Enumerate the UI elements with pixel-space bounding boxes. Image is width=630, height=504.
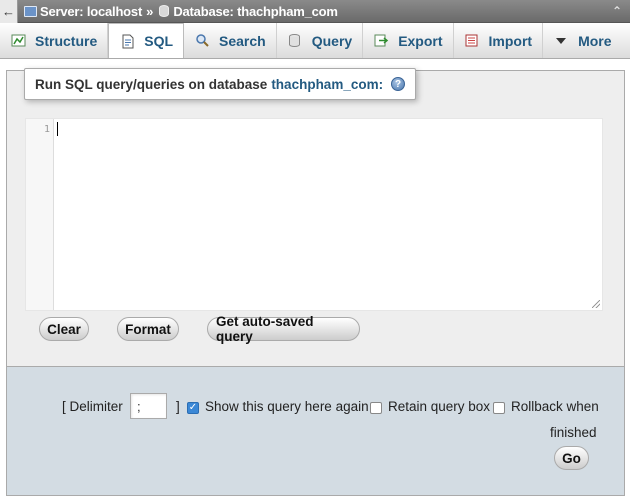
retain-query-box-checkbox[interactable] bbox=[370, 402, 382, 414]
help-icon[interactable]: ? bbox=[391, 77, 406, 91]
breadcrumb-server[interactable]: Server: localhost bbox=[24, 4, 142, 19]
query-icon bbox=[287, 33, 303, 49]
get-auto-saved-query-button[interactable]: Get auto-saved query bbox=[207, 314, 360, 344]
tab-search-label: Search bbox=[219, 32, 266, 49]
triangle-down-icon bbox=[553, 33, 569, 49]
tab-query[interactable]: Query bbox=[277, 23, 364, 58]
resize-grip-icon[interactable] bbox=[592, 300, 600, 308]
clear-button[interactable]: Clear bbox=[39, 317, 89, 341]
import-icon bbox=[464, 33, 480, 49]
breadcrumb-bar: ← Server: localhost » Database: thachpha… bbox=[0, 0, 630, 23]
line-number: 1 bbox=[43, 124, 50, 135]
format-button[interactable]: Format bbox=[117, 317, 179, 341]
tab-query-label: Query bbox=[311, 32, 353, 49]
tab-import[interactable]: Import bbox=[454, 23, 544, 58]
arrow-left-icon[interactable]: ← bbox=[0, 0, 18, 23]
sql-panel-legend: Run SQL query/queries on database thachp… bbox=[24, 68, 417, 100]
tab-sql[interactable]: SQL bbox=[108, 23, 185, 58]
retain-query-box-label: Retain query box bbox=[388, 399, 491, 414]
database-icon bbox=[159, 5, 170, 17]
tab-export-label: Export bbox=[398, 32, 443, 49]
tab-structure-label: Structure bbox=[35, 32, 98, 49]
delimiter-close-bracket: ] bbox=[176, 399, 180, 414]
sql-editor[interactable]: 1 bbox=[25, 118, 603, 311]
breadcrumb-separator: » bbox=[146, 3, 154, 19]
export-icon bbox=[373, 33, 389, 49]
tab-more[interactable]: More bbox=[543, 23, 621, 58]
rollback-label: Rollback when bbox=[511, 399, 599, 414]
tab-bar: Structure SQL Search Query Export Import bbox=[0, 23, 630, 59]
breadcrumb-database[interactable]: Database: thachpham_com bbox=[159, 3, 338, 19]
go-button[interactable]: Go bbox=[554, 446, 589, 470]
tab-sql-label: SQL bbox=[144, 33, 174, 49]
legend-database-name: thachpham_com: bbox=[271, 76, 384, 92]
breadcrumb-server-label: Server: localhost bbox=[40, 3, 143, 19]
query-options-panel bbox=[6, 366, 625, 496]
structure-icon bbox=[10, 33, 26, 49]
double-chevron-up-icon[interactable]: ⌃ bbox=[612, 4, 622, 18]
rollback-checkbox[interactable] bbox=[493, 402, 505, 414]
tab-search[interactable]: Search bbox=[184, 23, 277, 58]
server-icon bbox=[24, 5, 37, 17]
editor-gutter: 1 bbox=[26, 119, 54, 310]
rollback-label-finished: finished bbox=[550, 425, 597, 440]
tab-more-label: More bbox=[578, 32, 612, 49]
tab-export[interactable]: Export bbox=[363, 23, 454, 58]
tab-structure[interactable]: Structure bbox=[0, 23, 109, 58]
breadcrumb-database-label: Database: thachpham_com bbox=[173, 3, 338, 19]
delimiter-input[interactable] bbox=[130, 393, 167, 419]
tab-import-label: Import bbox=[488, 32, 533, 49]
show-query-checkbox[interactable]: ✓ bbox=[187, 402, 199, 414]
legend-prefix: Run SQL query/queries on database bbox=[35, 76, 268, 92]
delimiter-label: [ Delimiter bbox=[62, 399, 123, 414]
show-query-label: Show this query here again bbox=[205, 399, 369, 414]
search-icon bbox=[194, 33, 210, 49]
sql-icon bbox=[119, 33, 135, 49]
text-cursor bbox=[57, 122, 58, 136]
